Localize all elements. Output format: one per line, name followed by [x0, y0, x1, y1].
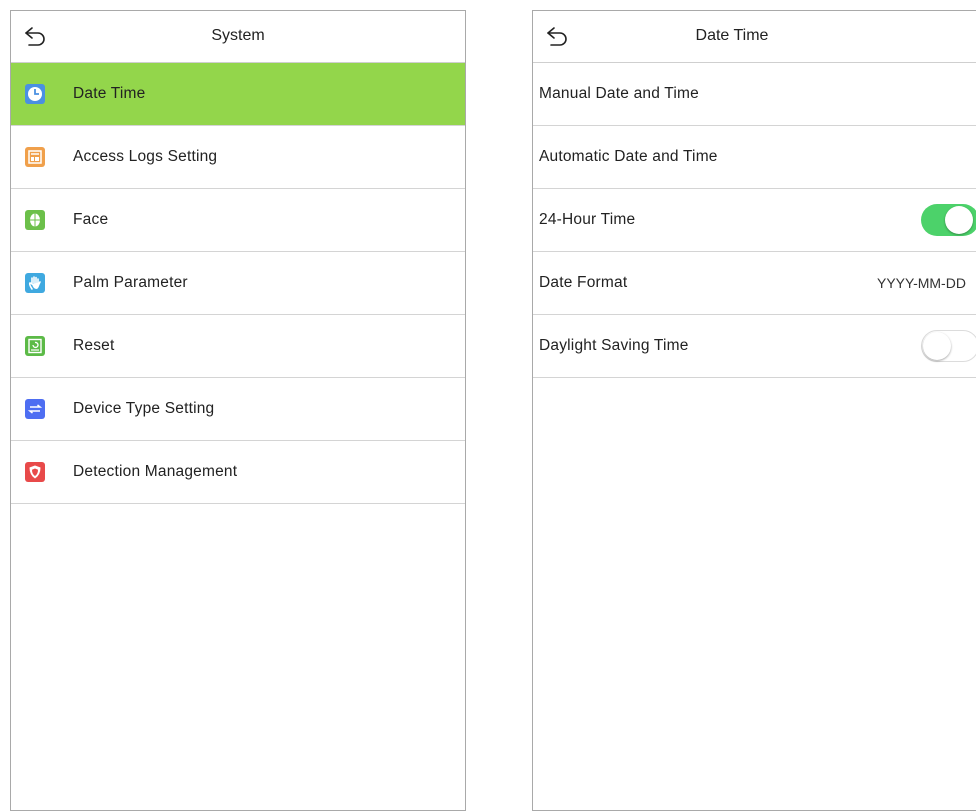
menu-item-face[interactable]: Face [11, 189, 465, 252]
setting-label: Daylight Saving Time [539, 337, 689, 354]
menu-item-date-time[interactable]: Date Time [11, 63, 465, 126]
menu-item-label: Reset [73, 337, 115, 354]
reset-icon [25, 336, 45, 356]
setting-automatic-date-time[interactable]: Automatic Date and Time [533, 126, 976, 189]
menu-item-label: Access Logs Setting [73, 148, 218, 165]
setting-24-hour-time: 24-Hour Time [533, 189, 976, 252]
date-time-header: Date Time [533, 11, 976, 63]
menu-item-reset[interactable]: Reset [11, 315, 465, 378]
clock-icon [25, 84, 45, 104]
setting-daylight-saving-time: Daylight Saving Time [533, 315, 976, 378]
menu-item-palm-parameter[interactable]: Palm Parameter [11, 252, 465, 315]
page-title: System [211, 27, 265, 44]
menu-item-label: Device Type Setting [73, 400, 215, 417]
setting-label: Date Format [539, 274, 628, 291]
24-hour-time-toggle[interactable] [921, 204, 976, 236]
menu-item-detection-management[interactable]: Detection Management [11, 441, 465, 504]
device-type-icon [25, 399, 45, 419]
setting-manual-date-time[interactable]: Manual Date and Time [533, 63, 976, 126]
palm-icon [25, 273, 45, 293]
date-format-value: YYYY-MM-DD [877, 275, 966, 291]
system-screen: System Date Time Access Logs Setting Fac… [10, 10, 466, 811]
page-title: Date Time [695, 27, 769, 44]
setting-label: Manual Date and Time [539, 85, 699, 102]
face-icon [25, 210, 45, 230]
menu-item-label: Date Time [73, 85, 146, 102]
toggle-knob [945, 206, 973, 234]
shield-icon [25, 462, 45, 482]
setting-label: 24-Hour Time [539, 211, 636, 228]
menu-item-label: Face [73, 211, 109, 228]
menu-item-access-logs-setting[interactable]: Access Logs Setting [11, 126, 465, 189]
date-time-screen: Date Time Manual Date and Time Automatic… [532, 10, 976, 811]
access-logs-icon [25, 147, 45, 167]
setting-date-format[interactable]: Date Format YYYY-MM-DD [533, 252, 976, 315]
menu-item-device-type-setting[interactable]: Device Type Setting [11, 378, 465, 441]
menu-item-label: Detection Management [73, 463, 238, 480]
system-header: System [11, 11, 465, 63]
daylight-saving-toggle[interactable] [921, 330, 976, 362]
menu-item-label: Palm Parameter [73, 274, 188, 291]
setting-label: Automatic Date and Time [539, 148, 718, 165]
toggle-knob [923, 332, 951, 360]
